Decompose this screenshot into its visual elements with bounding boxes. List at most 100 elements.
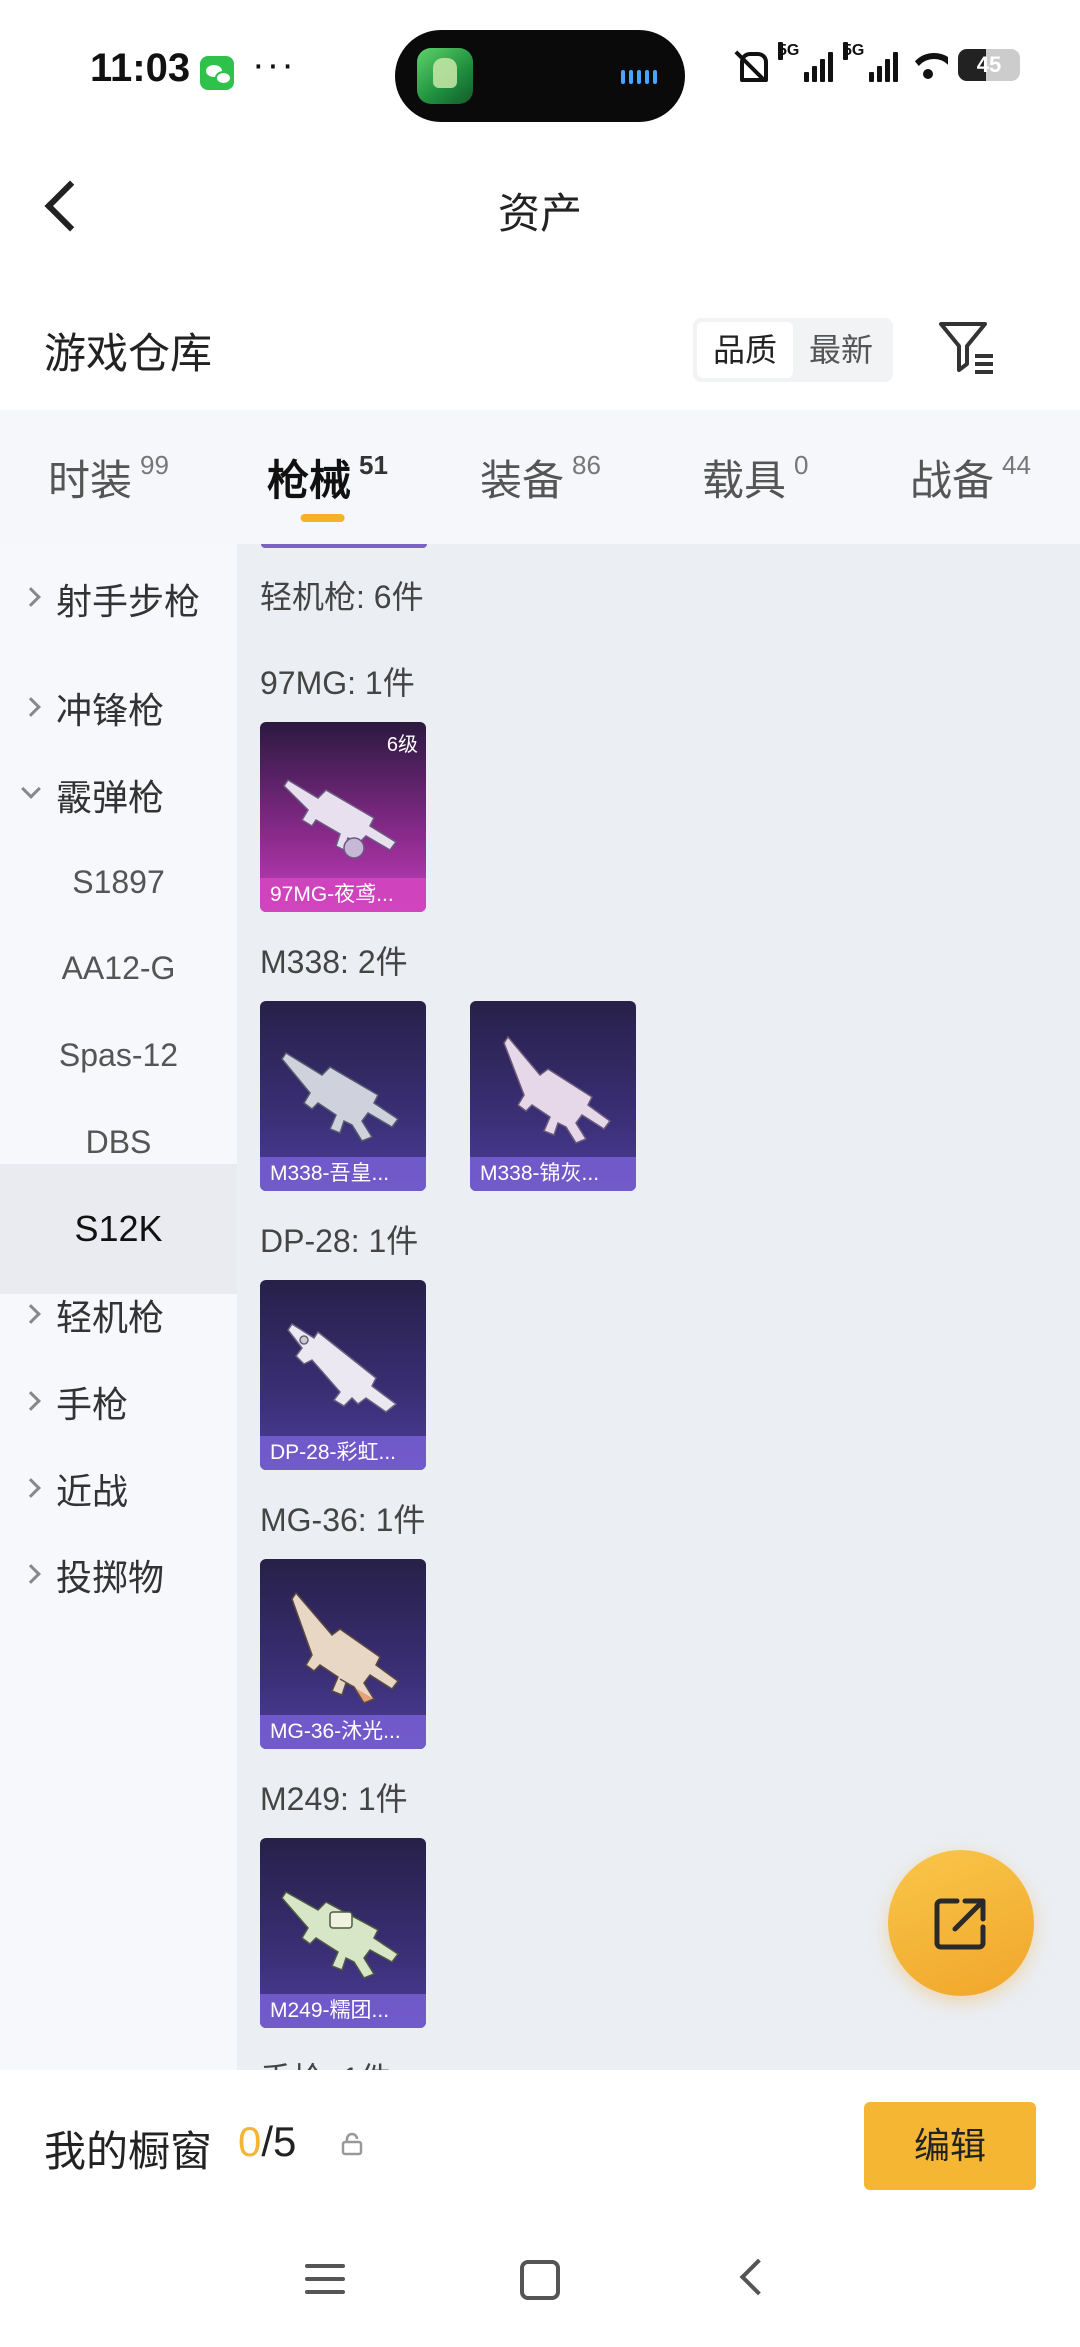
app-header: 资产 xyxy=(0,140,1080,270)
weapon-card[interactable]: M338-吾皇... xyxy=(260,1001,426,1191)
share-button[interactable] xyxy=(888,1850,1034,1996)
sort-option-quality[interactable]: 品质 xyxy=(697,322,794,378)
battery-level: 45 xyxy=(976,52,1002,77)
sidebar-item-dmr[interactable]: 射手步枪 xyxy=(0,544,237,654)
showcase-count: 0/5 xyxy=(238,2118,296,2166)
chevron-right-icon xyxy=(21,1304,41,1324)
weapon-group-label: 手枪: 1件 xyxy=(260,2054,392,2070)
tab-count: 44 xyxy=(1002,449,1031,480)
chevron-right-icon xyxy=(21,1391,41,1411)
tab-label: 时装 xyxy=(48,456,133,504)
weapon-type-sidebar: 射手步枪 冲锋枪 霰弹枪 S1897 AA12-G Spas-12 DBS S1… xyxy=(0,544,237,2070)
weapon-group-label: 97MG: 1件 xyxy=(260,665,415,701)
tab-label: 枪械 xyxy=(267,456,352,504)
tab-count: 51 xyxy=(359,449,388,480)
audio-wave-icon xyxy=(621,70,657,84)
sidebar-item-label: AA12-G xyxy=(61,949,176,986)
game-app-icon xyxy=(417,48,473,104)
sidebar-item-label: 投掷物 xyxy=(56,1557,165,1598)
weapon-card[interactable]: MG-36-沐光... xyxy=(260,1559,426,1749)
sort-option-latest[interactable]: 最新 xyxy=(793,322,889,378)
category-tabs: 时装 99 枪械 51 装备 86 载具 0 战备 44 xyxy=(0,410,1080,544)
tab-count: 86 xyxy=(572,449,601,480)
wechat-icon xyxy=(200,56,234,90)
sidebar-item-label: DBS xyxy=(85,1123,152,1160)
mute-icon xyxy=(734,48,768,82)
sort-toggle: 品质 最新 xyxy=(693,318,894,382)
tab-fashion[interactable]: 时装 99 xyxy=(48,410,169,544)
signal-1-label: 5G xyxy=(778,42,800,60)
weapon-group-label: M249: 1件 xyxy=(260,1781,408,1817)
weapon-card[interactable]: M249-糯团... xyxy=(260,1838,426,2028)
weapon-group-label: MG-36: 1件 xyxy=(260,1502,426,1538)
chevron-down-icon xyxy=(21,779,41,799)
wifi-icon xyxy=(908,49,948,81)
sidebar-item-label: 轻机枪 xyxy=(56,1297,165,1338)
recent-apps-button[interactable] xyxy=(305,2262,345,2296)
weapon-group-label: M338: 2件 xyxy=(260,944,408,980)
active-tab-indicator xyxy=(301,514,346,522)
sidebar-item-throwable[interactable]: 投掷物 xyxy=(0,1510,237,1640)
weapon-list: 轻机枪: 6件 97MG: 1件 6级 97MG-夜鸢... M338: 2件 … xyxy=(237,544,1080,2070)
filter-button[interactable] xyxy=(935,314,999,378)
sidebar-item-label: 近战 xyxy=(56,1471,129,1512)
tab-vehicles[interactable]: 载具 0 xyxy=(702,410,808,544)
tab-gear[interactable]: 战备 44 xyxy=(910,410,1031,544)
sidebar-item-label: 手枪 xyxy=(56,1384,129,1425)
battery-icon: 45 xyxy=(958,49,1020,81)
sidebar-item-label: S12K xyxy=(74,1208,163,1249)
home-button[interactable] xyxy=(520,2260,560,2300)
chevron-right-icon xyxy=(21,587,41,607)
status-time: 11:03 xyxy=(90,46,191,90)
weapon-card[interactable]: 6级 97MG-夜鸢... xyxy=(260,722,426,912)
system-nav-bar xyxy=(0,2220,1080,2347)
tab-label: 载具 xyxy=(702,456,787,504)
weapon-group-label: DP-28: 1件 xyxy=(260,1223,419,1259)
sidebar-item-label: 冲锋枪 xyxy=(56,690,165,731)
showcase-total: /5 xyxy=(261,2118,297,2165)
signal-icon: 5G xyxy=(778,42,833,82)
page-title: 资产 xyxy=(497,190,582,237)
section-header: 游戏仓库 品质 最新 xyxy=(0,270,1080,410)
chevron-right-icon xyxy=(21,1564,41,1584)
lmg-skin-image xyxy=(281,1051,400,1142)
tab-equipment[interactable]: 装备 86 xyxy=(480,410,601,544)
more-notifications-icon: ··· xyxy=(252,44,296,86)
lock-icon xyxy=(341,2132,363,2156)
sidebar-item-label: 霰弹枪 xyxy=(56,777,165,818)
weapon-card-name: 97MG-夜鸢... xyxy=(260,878,426,912)
lmg-skin-image xyxy=(281,1891,400,1979)
showcase-label: 我的橱窗 xyxy=(44,2128,213,2175)
edit-button[interactable]: 编辑 xyxy=(864,2102,1036,2190)
lmg-skin-image xyxy=(291,1591,400,1704)
dynamic-island xyxy=(395,30,685,122)
showcase-current: 0 xyxy=(238,2118,262,2165)
lmg-skin-image xyxy=(287,1322,398,1413)
previous-card-edge xyxy=(261,544,427,548)
weapon-card-name: DP-28-彩虹... xyxy=(260,1436,426,1470)
sidebar-item-label: S1897 xyxy=(72,863,165,900)
system-back-button[interactable] xyxy=(739,2258,777,2296)
weapon-card[interactable]: DP-28-彩虹... xyxy=(260,1280,426,1470)
showcase-bar: 我的橱窗 0/5 编辑 xyxy=(0,2070,1080,2220)
weapon-card-name: MG-36-沐光... xyxy=(260,1715,426,1749)
weapon-card-name: M249-糯团... xyxy=(260,1994,426,2028)
weapon-card[interactable]: M338-锦灰... xyxy=(470,1001,636,1191)
sidebar-item-label: 射手步枪 xyxy=(56,581,201,622)
chevron-right-icon xyxy=(21,697,41,717)
tab-label: 战备 xyxy=(910,456,995,504)
filter-icon xyxy=(939,322,993,374)
tab-count: 0 xyxy=(794,449,809,480)
signal-2-label: 5G xyxy=(843,42,865,60)
lmg-skin-image xyxy=(283,778,398,859)
tab-label: 装备 xyxy=(480,456,565,504)
share-icon xyxy=(934,1898,986,1950)
lmg-skin-image xyxy=(503,1035,612,1144)
sidebar-item-label: Spas-12 xyxy=(58,1036,179,1073)
level-badge: 6级 xyxy=(386,734,418,756)
tab-guns[interactable]: 枪械 51 xyxy=(267,410,388,544)
weapon-card-name: M338-锦灰... xyxy=(470,1157,636,1191)
status-indicators: 5G 5G 45 xyxy=(734,42,1020,82)
signal-icon: 5G xyxy=(843,42,898,82)
weapon-card-name: M338-吾皇... xyxy=(260,1157,426,1191)
